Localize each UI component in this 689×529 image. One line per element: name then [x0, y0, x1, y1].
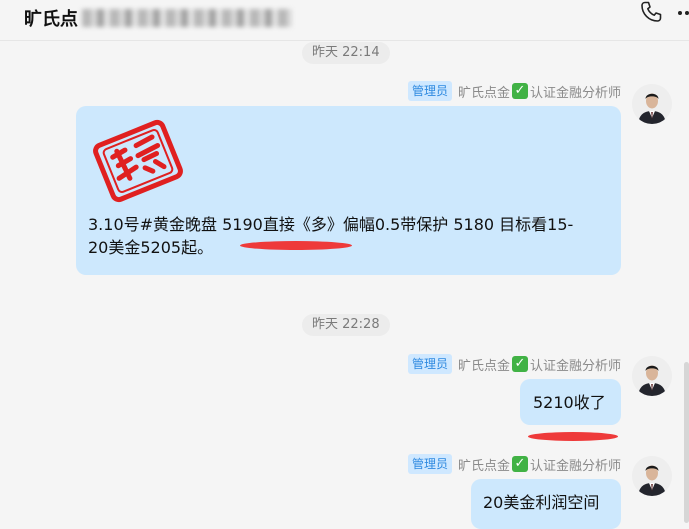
- avatar-portrait-icon: [632, 356, 672, 396]
- message-bubble[interactable]: 20美金利润空间: [471, 479, 621, 529]
- red-underline-mark: [240, 241, 352, 250]
- more-icon[interactable]: [676, 2, 689, 24]
- timestamp: 昨天 22:28: [302, 314, 390, 336]
- chat-title: 旷氏点: [24, 5, 292, 31]
- message-bubble[interactable]: 5210收了: [520, 379, 621, 425]
- phone-icon[interactable]: [639, 0, 663, 24]
- sender-row: 管理员 旷氏点金 ✓ 认证金融分析师: [407, 80, 621, 102]
- sender-row: 管理员 旷氏点金 ✓ 认证金融分析师: [407, 353, 621, 375]
- attention-stamp-icon: [93, 119, 183, 203]
- verified-check-icon: ✓: [511, 356, 528, 372]
- avatar-portrait-icon: [632, 84, 672, 124]
- admin-badge: 管理员: [407, 454, 452, 474]
- message-text: 3.10号#黄金晚盘 5190直接《多》偏幅0.5带保护 5180 目标看15-…: [88, 213, 616, 259]
- avatar-portrait-icon: [632, 456, 672, 496]
- sender-name: 旷氏点金: [457, 85, 510, 101]
- chat-title-text: 旷氏点: [24, 9, 78, 30]
- admin-badge: 管理员: [407, 81, 452, 101]
- message-text: 20美金利润空间: [483, 493, 600, 512]
- blurred-title-region: [82, 9, 292, 27]
- scrollbar[interactable]: [684, 362, 689, 523]
- verified-check-icon: ✓: [511, 456, 528, 472]
- message-text: 5210收了: [533, 393, 606, 412]
- verified-check-icon: ✓: [511, 83, 528, 99]
- red-underline-mark: [528, 432, 618, 441]
- sender-title: 认证金融分析师: [529, 85, 621, 101]
- admin-badge: 管理员: [407, 354, 452, 374]
- sender-title: 认证金融分析师: [529, 458, 621, 474]
- avatar[interactable]: [632, 356, 672, 396]
- message-line: 20美金5205起。: [88, 238, 214, 257]
- sender-title: 认证金融分析师: [529, 358, 621, 374]
- timestamp: 昨天 22:14: [302, 42, 390, 64]
- sender-name: 旷氏点金: [457, 458, 510, 474]
- avatar[interactable]: [632, 84, 672, 124]
- sender-name: 旷氏点金: [457, 358, 510, 374]
- sender-row: 管理员 旷氏点金 ✓ 认证金融分析师: [407, 453, 621, 475]
- avatar[interactable]: [632, 456, 672, 496]
- message-line: 3.10号#黄金晚盘 5190直接《多》偏幅0.5带保护 5180 目标看15-: [88, 215, 574, 234]
- chat-header: 旷氏点: [0, 0, 689, 41]
